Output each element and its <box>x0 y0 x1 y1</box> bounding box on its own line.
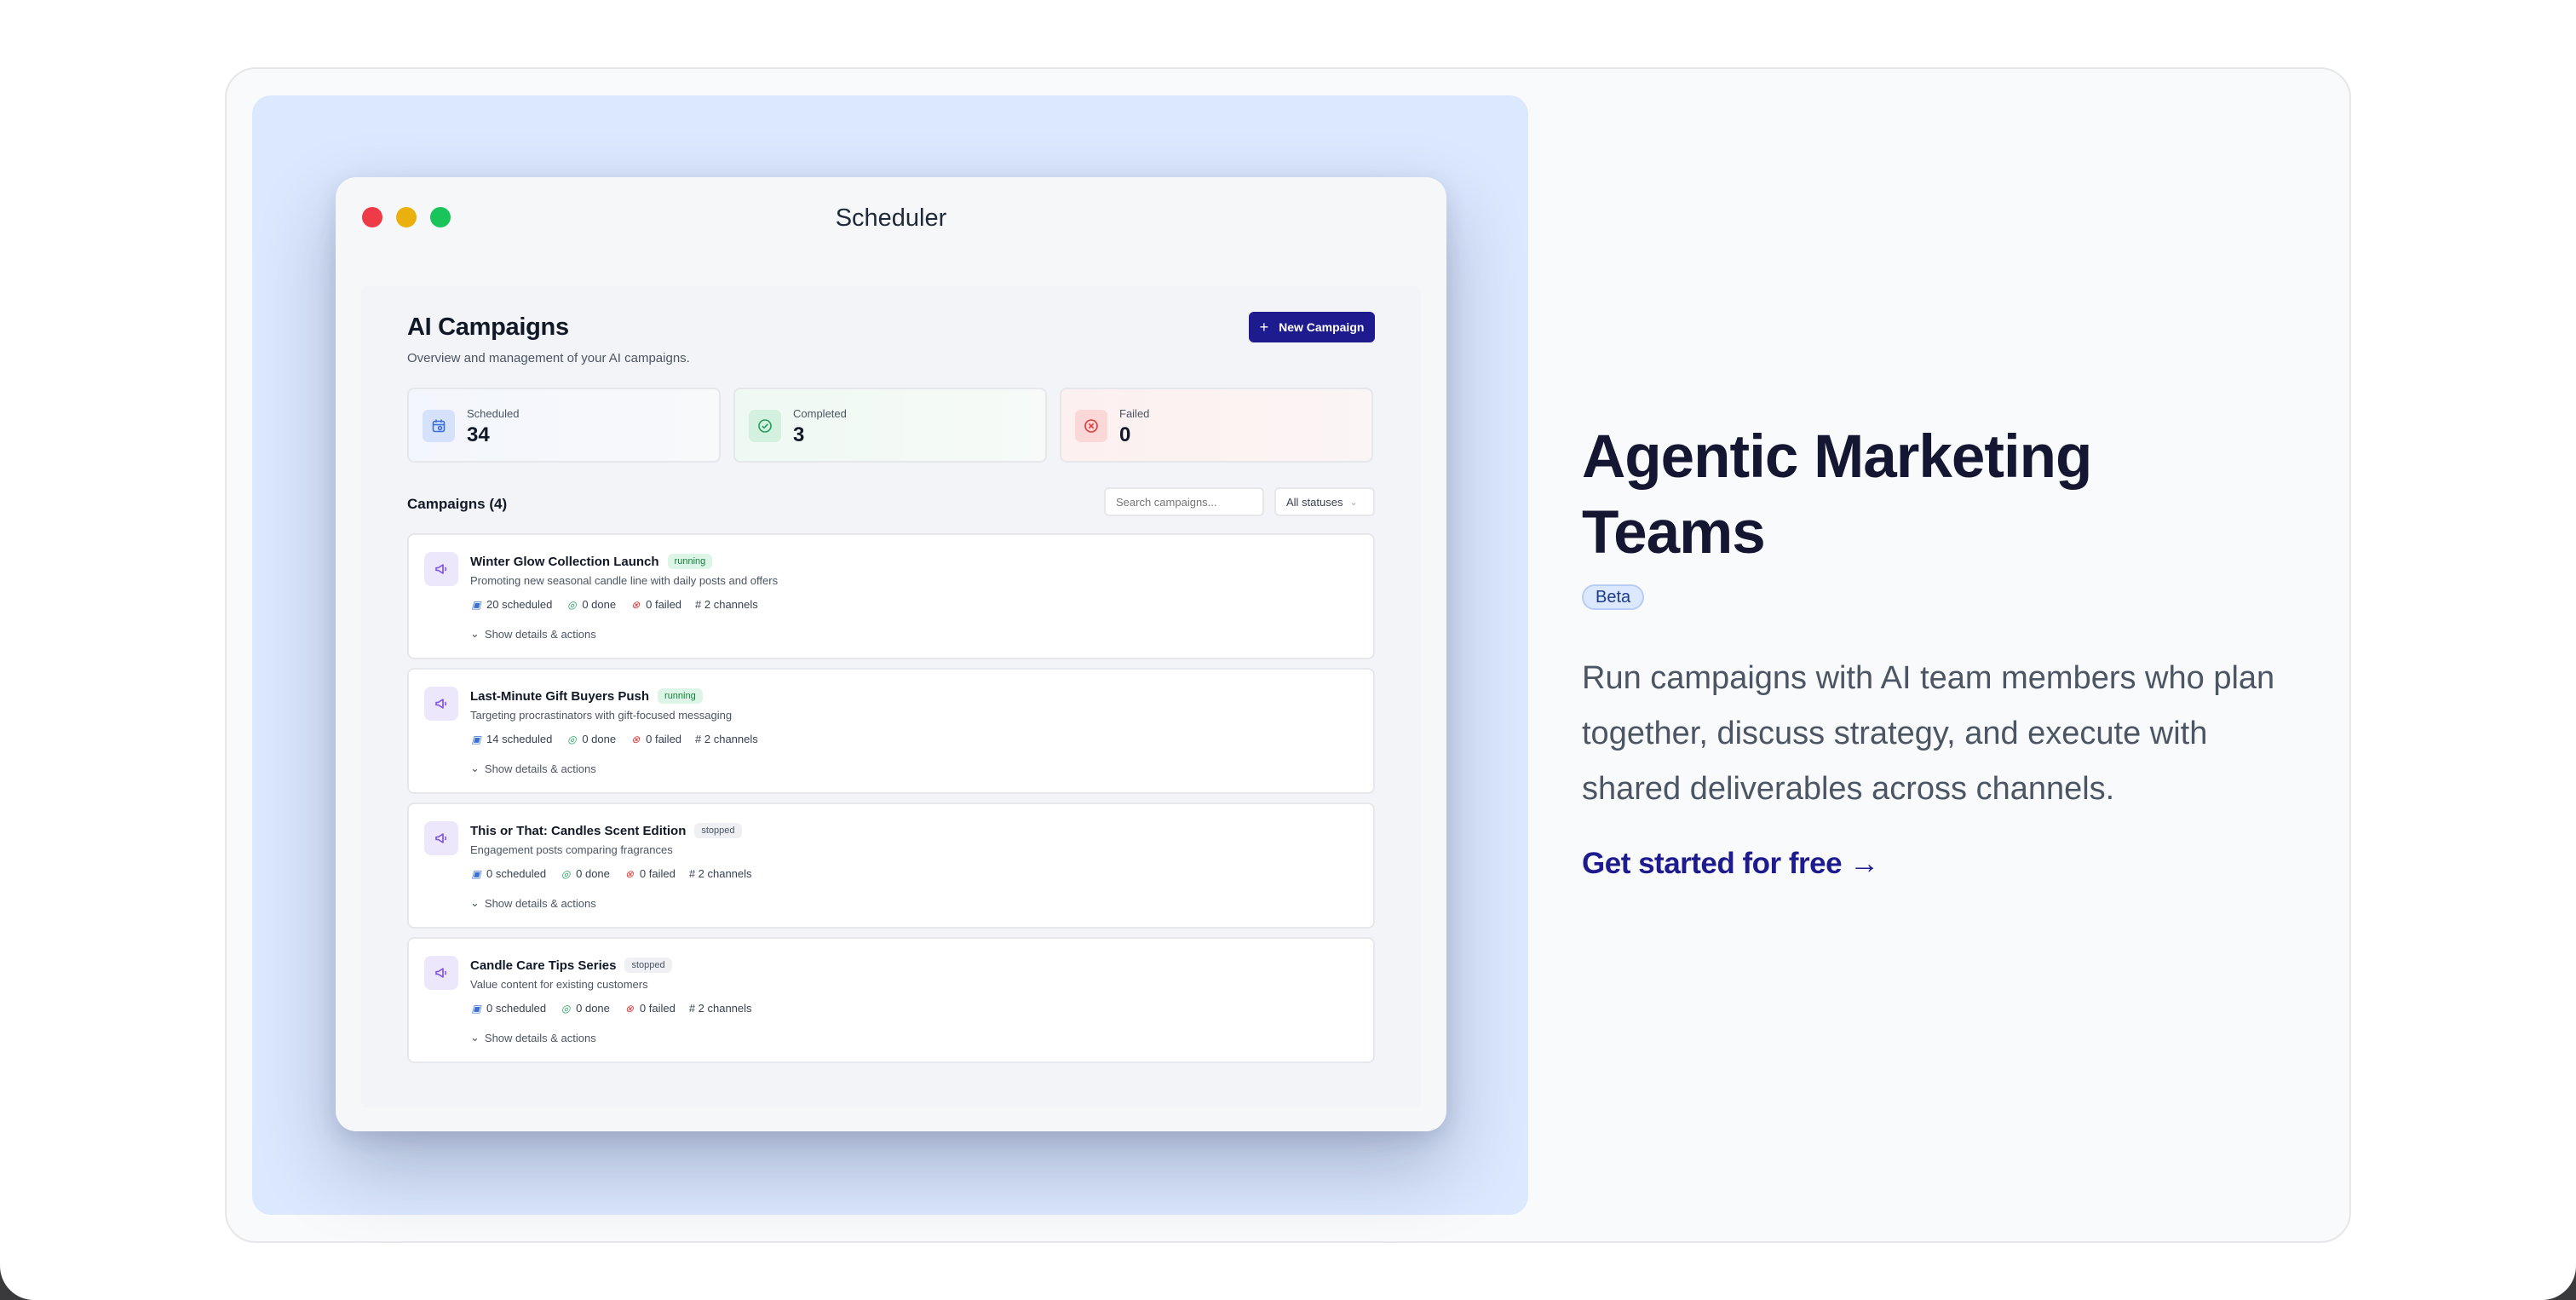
megaphone-icon <box>424 821 458 855</box>
megaphone-icon <box>424 956 458 990</box>
stat-label: Failed <box>1119 407 1150 420</box>
campaign-row[interactable]: Last-Minute Gift Buyers Push running Targ… <box>407 668 1375 794</box>
status-filter-select[interactable]: All statuses ⌄ <box>1274 487 1375 516</box>
stat-value: 34 <box>467 423 490 446</box>
status-badge: stopped <box>624 958 672 973</box>
scheduled-count: 0 scheduled <box>486 867 547 880</box>
stat-card-failed: Failed 0 <box>1060 388 1373 463</box>
campaign-row[interactable]: Candle Care Tips Series stopped Value con… <box>407 937 1375 1063</box>
check-circle-icon: ◎ <box>561 1002 571 1015</box>
campaign-description: Targeting procrastinators with gift-focu… <box>470 709 733 722</box>
scheduled-count: 14 scheduled <box>486 733 553 745</box>
check-circle-icon <box>749 410 781 442</box>
show-details-toggle[interactable]: ⌄ Show details & actions <box>470 762 596 775</box>
done-count: 0 done <box>576 1002 610 1015</box>
failed-count: 0 failed <box>639 1002 676 1015</box>
done-count: 0 done <box>576 867 610 880</box>
window-title: Scheduler <box>835 204 947 232</box>
check-circle-icon: ◎ <box>561 867 571 880</box>
calendar-icon <box>423 410 455 442</box>
show-details-toggle[interactable]: ⌄ Show details & actions <box>470 627 596 641</box>
megaphone-icon <box>424 687 458 721</box>
calendar-icon: ▣ <box>471 733 481 745</box>
campaign-description: Value content for existing customers <box>470 978 648 991</box>
campaign-row[interactable]: This or That: Candles Scent Edition stopp… <box>407 802 1375 929</box>
calendar-icon: ▣ <box>471 598 481 611</box>
chevron-down-icon: ⌄ <box>470 1031 480 1044</box>
x-circle-icon <box>1075 410 1107 442</box>
status-badge: running <box>658 688 703 704</box>
chevron-down-icon: ⌄ <box>470 762 480 774</box>
channels-count: # 2 channels <box>695 733 758 745</box>
stat-value: 0 <box>1119 423 1131 446</box>
check-circle-icon: ◎ <box>567 733 577 745</box>
campaign-title: Winter Glow Collection Launch <box>470 554 659 569</box>
status-filter-value: All statuses <box>1286 495 1343 509</box>
failed-count: 0 failed <box>646 733 682 745</box>
chevron-down-icon: ⌄ <box>1349 497 1358 508</box>
chevron-down-icon: ⌄ <box>470 627 480 640</box>
show-details-label: Show details & actions <box>484 627 596 641</box>
scheduled-count: 0 scheduled <box>486 1002 547 1015</box>
scheduled-count: 20 scheduled <box>486 598 553 611</box>
app-content: AI Campaigns Overview and management of … <box>361 286 1421 1107</box>
campaign-stats: ▣ 0 scheduled ◎ 0 done ⊗ 0 failed # 2 chann… <box>470 867 752 880</box>
x-circle-icon: ⊗ <box>624 1002 634 1015</box>
new-campaign-label: New Campaign <box>1279 320 1365 334</box>
x-circle-icon: ⊗ <box>631 598 641 611</box>
failed-count: 0 failed <box>639 867 676 880</box>
done-count: 0 done <box>582 733 617 745</box>
campaigns-header: Campaigns (4) <box>407 496 508 512</box>
stat-value: 3 <box>793 423 805 446</box>
show-details-toggle[interactable]: ⌄ Show details & actions <box>470 896 596 910</box>
stat-card-completed: Completed 3 <box>733 388 1047 463</box>
x-circle-icon: ⊗ <box>631 733 641 745</box>
check-circle-icon: ◎ <box>567 598 577 611</box>
campaign-description: Promoting new seasonal candle line with … <box>470 574 779 587</box>
campaign-stats: ▣ 14 scheduled ◎ 0 done ⊗ 0 failed # 2 chan… <box>470 733 758 745</box>
page-subtitle: Overview and management of your AI campa… <box>407 351 690 365</box>
status-badge: running <box>667 554 713 569</box>
page-title: AI Campaigns <box>407 313 569 341</box>
channels-count: # 2 channels <box>688 867 752 880</box>
channels-count: # 2 channels <box>695 598 758 611</box>
chevron-down-icon: ⌄ <box>470 896 480 909</box>
campaign-stats: ▣ 20 scheduled ◎ 0 done ⊗ 0 failed # 2 chan… <box>470 598 758 611</box>
campaign-title: Last-Minute Gift Buyers Push <box>470 688 650 704</box>
search-input[interactable] <box>1104 487 1264 516</box>
stat-label: Scheduled <box>467 407 520 420</box>
x-circle-icon: ⊗ <box>624 867 634 880</box>
stat-card-scheduled: Scheduled 34 <box>407 388 721 463</box>
calendar-icon: ▣ <box>471 1002 481 1015</box>
campaign-title: This or That: Candles Scent Edition <box>470 823 687 838</box>
show-details-toggle[interactable]: ⌄ Show details & actions <box>470 1031 596 1044</box>
megaphone-icon <box>424 552 458 586</box>
channels-count: # 2 channels <box>688 1002 752 1015</box>
scheduler-window: Scheduler AI Campaigns Overview and mana… <box>336 177 1446 1131</box>
show-details-label: Show details & actions <box>484 1031 596 1044</box>
stat-label: Completed <box>793 407 847 420</box>
new-campaign-button[interactable]: + New Campaign <box>1249 312 1375 342</box>
calendar-icon: ▣ <box>471 867 481 880</box>
beta-badge: Beta <box>1582 584 1645 610</box>
device-bottom-edge <box>0 1257 2576 1300</box>
campaign-description: Engagement posts comparing fragrances <box>470 843 673 856</box>
campaign-row[interactable]: Winter Glow Collection Launch running Pro… <box>407 533 1375 659</box>
hero-description: Run campaigns with AI team members who p… <box>1582 660 2275 807</box>
hero-title: Agentic Marketing Teams <box>1582 423 2092 567</box>
plus-icon: + <box>1259 318 1269 336</box>
campaign-title: Candle Care Tips Series <box>470 958 617 973</box>
campaign-stats: ▣ 0 scheduled ◎ 0 done ⊗ 0 failed # 2 chann… <box>470 1002 752 1015</box>
show-details-label: Show details & actions <box>484 896 596 910</box>
failed-count: 0 failed <box>646 598 682 611</box>
done-count: 0 done <box>582 598 617 611</box>
show-details-label: Show details & actions <box>484 762 596 775</box>
status-badge: stopped <box>694 823 742 838</box>
get-started-link[interactable]: Get started for free → <box>1582 847 1879 881</box>
